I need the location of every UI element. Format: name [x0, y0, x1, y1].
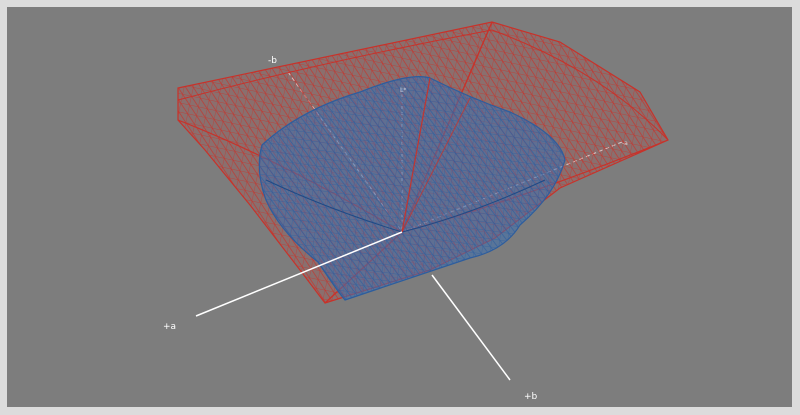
- axis-plus-b-line: [431, 274, 511, 381]
- gamut-scene: [177, 21, 669, 381]
- axis-label-minus-b: -b: [268, 56, 277, 66]
- axis-label-plus-a: +a: [163, 322, 177, 332]
- axis-label-minus-a: -a: [622, 140, 628, 147]
- axis-label-l: L*: [400, 87, 407, 94]
- 3d-viewer-frame: +a +b -b -a L*: [0, 0, 800, 415]
- axis-label-plus-b: +b: [524, 392, 538, 402]
- 3d-viewport[interactable]: +a +b -b -a L*: [7, 7, 792, 407]
